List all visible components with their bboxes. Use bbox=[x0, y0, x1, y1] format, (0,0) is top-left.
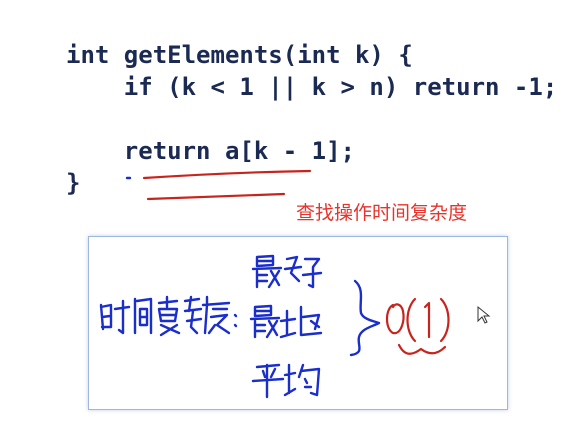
o1-underline bbox=[397, 343, 447, 355]
handwriting-note-box bbox=[88, 236, 508, 410]
handwritten-o1 bbox=[385, 297, 450, 355]
caption-text: 查找操作时间复杂度 bbox=[296, 202, 468, 224]
handwritten-time-complexity bbox=[99, 295, 238, 337]
curly-brace bbox=[349, 279, 381, 357]
mouse-pointer-icon bbox=[477, 305, 491, 324]
underline-stroke-2 bbox=[146, 192, 286, 201]
handwritten-best bbox=[251, 254, 323, 289]
underline-stroke-1 bbox=[142, 169, 312, 180]
lecture-slide: int getElements(int k) { if (k < 1 || k … bbox=[0, 0, 588, 437]
handwritten-average bbox=[251, 363, 321, 399]
handwriting-sketch bbox=[99, 254, 491, 399]
handwritten-worst bbox=[249, 304, 323, 339]
